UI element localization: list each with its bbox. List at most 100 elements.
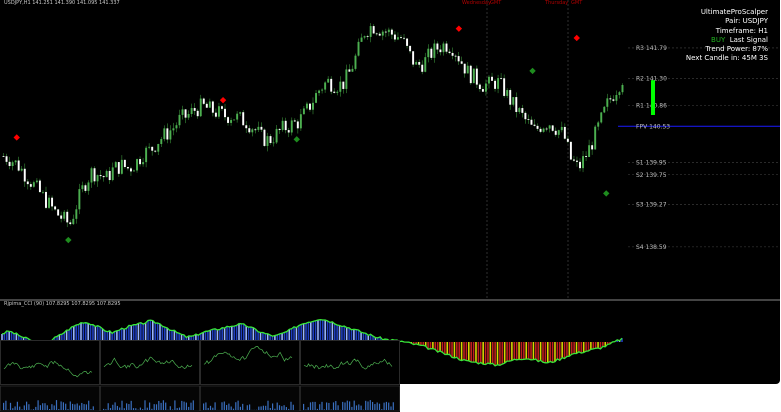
candle-body [287,130,290,133]
candle-body [154,150,157,152]
candle-body [202,98,205,104]
candle-body [527,119,530,120]
candle-body [214,112,217,117]
thumbnail-bar [230,406,232,410]
thumbnail-bar [388,402,390,410]
candle-body [360,37,363,42]
candle-body [454,55,457,57]
day-label-1: Wednesday [462,0,491,6]
thumbnail-bar [390,406,392,410]
candle-body [299,114,302,129]
thumbnail-bar [381,409,383,410]
thumbnail-bar [26,401,28,410]
candle-body [117,162,120,174]
candle-body [2,156,5,157]
thumbnail-bar [19,406,21,410]
candle-body [181,109,184,115]
candle-body [442,43,445,53]
candle-body [430,48,433,58]
candle-body [236,113,239,120]
thumbnail-bar [235,402,237,410]
candle-body [175,125,178,129]
candle-body [14,160,17,163]
thumbnail-bar [37,400,39,410]
thumbnail-bar [265,405,267,410]
candle-body [606,98,609,107]
candle-body [5,156,8,162]
thumbnail-bar [62,402,64,410]
chart-canvas[interactable]: R3 141.79R2 141.30R1 140.86FPV 140.53S1 … [0,0,780,384]
thumbnail-bar [283,405,285,410]
candle-body [585,156,588,157]
candle-body [603,106,606,113]
thumbnail-bar [314,401,316,410]
thumbnail-bar [207,407,209,410]
candle-body [515,97,518,112]
candle-body [572,159,575,161]
thumbnail-chart-1 [100,340,200,385]
candle-body [330,78,333,92]
thumbnail-bar [32,409,35,410]
thumbnail-bar [372,401,374,410]
candle-body [272,142,275,144]
candle-body [81,185,84,190]
thumbnail-bar [146,407,148,410]
candle-body [494,80,497,89]
candle-body [324,82,327,90]
candle-body [403,37,405,39]
candle-body [23,168,26,182]
candle-body [111,167,114,181]
thumbnail-bar [42,403,44,410]
thumbnail-bar [342,401,344,410]
candle-body [321,89,324,91]
thumbnail-bar [44,403,46,410]
thumbnail-bar [358,404,360,410]
candle-body [354,55,357,69]
candle-body [72,218,75,225]
thumbnail-bar [365,400,367,410]
level-label-r3: R3 141.79 [636,45,667,52]
thumbnail-bar [51,404,53,410]
thumbnail-bar [337,405,339,410]
candle-body [333,91,336,93]
candle-body [366,36,369,37]
candle-body [406,38,409,46]
candle-body [281,120,284,130]
candle-body [230,120,233,123]
candle-body [357,41,360,56]
thumbnail-bar [183,401,185,410]
candle-body [305,103,308,109]
thumbnail-bar [153,404,155,410]
candle-body [32,182,35,187]
candle-body [548,125,551,129]
thumbnail-bar [319,404,321,410]
thumbnail-bar [144,400,146,410]
thumbnail-bar [367,401,369,410]
candle-body [612,99,615,101]
trend-power-bar [651,80,655,115]
candle-body [11,162,14,167]
indicator-header: Rjpima_CCI (90) 107.8295 107.8295 107.82… [4,301,121,307]
candle-body [257,126,260,130]
candle-body [196,110,199,117]
candle-body [327,78,330,83]
trading-chart-window[interactable]: R3 141.79 R2 141.30 R1 140.86 FPV 140.53 S1 … [0,0,780,384]
candle-body [142,162,145,165]
symbol-header: USDJPY,H1 141.251 141.390 141.095 141.33… [4,0,120,6]
candle-body [424,57,427,72]
candle-body [148,146,151,148]
thumbnail-bar [376,402,378,410]
candle-body [245,125,248,129]
candle-body [609,98,612,100]
thumbnail-bar [346,400,348,410]
thumbnail-bar [349,401,351,410]
thumbnail-bar [81,402,83,410]
candle-body [284,120,287,131]
thumbnail-bar [112,404,114,410]
candle-body [269,136,272,143]
thumbnail-bar [88,400,90,410]
level-label-fpv: FPV 140.53 [636,123,670,130]
candle-body [133,170,135,172]
candle-body [588,145,591,157]
candle-body [114,162,117,168]
